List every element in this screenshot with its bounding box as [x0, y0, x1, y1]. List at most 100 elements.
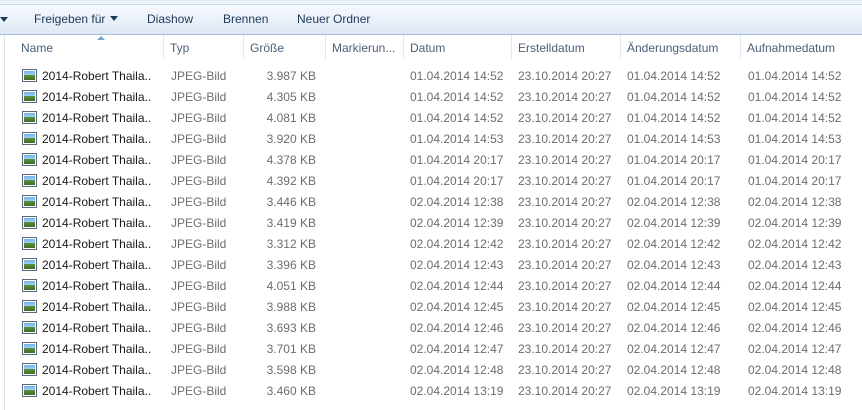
column-header-taken[interactable]: Aufnahmedatum: [741, 35, 862, 60]
file-modified-date: 01.04.2014 14:52: [627, 69, 721, 83]
column-header-size[interactable]: Größe: [244, 35, 326, 60]
file-name: 2014-Robert Thaila...: [42, 216, 152, 230]
file-created-date: 23.10.2014 20:27: [518, 279, 612, 293]
file-type: JPEG-Bild: [171, 195, 227, 209]
file-created-date: 23.10.2014 20:27: [518, 69, 612, 83]
file-name: 2014-Robert Thaila...: [42, 342, 152, 356]
file-row[interactable]: 2014-Robert Thaila... JPEG-Bild 3.598 KB 02…: [0, 360, 862, 381]
slideshow-button[interactable]: Diashow: [147, 5, 193, 34]
jpeg-image-icon: [22, 363, 37, 376]
jpeg-image-icon: [22, 300, 37, 313]
file-size: 3.920 KB: [266, 132, 316, 146]
jpeg-image-icon: [22, 132, 37, 145]
file-created-date: 23.10.2014 20:27: [518, 132, 612, 146]
file-taken-date: 02.04.2014 12:45: [748, 300, 842, 314]
file-taken-date: 01.04.2014 14:52: [748, 69, 842, 83]
file-size: 3.987 KB: [266, 69, 316, 83]
column-header-name[interactable]: Name: [15, 35, 164, 60]
file-date: 01.04.2014 14:52: [410, 69, 504, 83]
file-name: 2014-Robert Thaila...: [42, 69, 152, 83]
file-taken-date: 01.04.2014 20:17: [748, 174, 842, 188]
file-modified-date: 01.04.2014 14:52: [627, 90, 721, 104]
file-size: 4.378 KB: [266, 153, 316, 167]
file-size: 3.419 KB: [266, 216, 316, 230]
file-date: 02.04.2014 12:44: [410, 279, 504, 293]
jpeg-image-icon: [22, 69, 37, 82]
file-modified-date: 02.04.2014 12:47: [627, 342, 721, 356]
file-taken-date: 02.04.2014 12:46: [748, 321, 842, 335]
file-modified-date: 02.04.2014 12:48: [627, 363, 721, 377]
file-taken-date: 02.04.2014 12:48: [748, 363, 842, 377]
file-taken-date: 02.04.2014 12:39: [748, 216, 842, 230]
file-type: JPEG-Bild: [171, 237, 227, 251]
file-type: JPEG-Bild: [171, 279, 227, 293]
file-row[interactable]: 2014-Robert Thaila... JPEG-Bild 3.312 KB 02…: [0, 234, 862, 255]
file-type: JPEG-Bild: [171, 111, 227, 125]
file-type: JPEG-Bild: [171, 174, 227, 188]
file-type: JPEG-Bild: [171, 300, 227, 314]
file-row[interactable]: 2014-Robert Thaila... JPEG-Bild 4.051 KB 02…: [0, 276, 862, 297]
jpeg-image-icon: [22, 342, 37, 355]
new-folder-button[interactable]: Neuer Ordner: [297, 5, 370, 34]
file-name: 2014-Robert Thaila...: [42, 111, 152, 125]
file-row[interactable]: 2014-Robert Thaila... JPEG-Bild 4.378 KB 01…: [0, 150, 862, 171]
file-size: 3.460 KB: [266, 384, 316, 398]
jpeg-image-icon: [22, 384, 37, 397]
file-row[interactable]: 2014-Robert Thaila... JPEG-Bild 3.419 KB 02…: [0, 213, 862, 234]
file-type: JPEG-Bild: [171, 342, 227, 356]
file-row[interactable]: 2014-Robert Thaila... JPEG-Bild 3.396 KB 02…: [0, 255, 862, 276]
file-created-date: 23.10.2014 20:27: [518, 237, 612, 251]
sort-ascending-icon: [97, 36, 105, 40]
file-created-date: 23.10.2014 20:27: [518, 363, 612, 377]
chevron-down-icon[interactable]: [0, 17, 8, 22]
column-header-tags[interactable]: Markierun...: [326, 35, 404, 60]
command-bar: Freigeben für Diashow Brennen Neuer Ordn…: [0, 5, 862, 35]
file-row[interactable]: 2014-Robert Thaila... JPEG-Bild 3.988 KB 02…: [0, 297, 862, 318]
file-row[interactable]: 2014-Robert Thaila... JPEG-Bild 3.987 KB 01…: [0, 66, 862, 87]
file-taken-date: 02.04.2014 12:47: [748, 342, 842, 356]
file-taken-date: 01.04.2014 14:52: [748, 111, 842, 125]
share-with-button[interactable]: Freigeben für: [34, 5, 119, 34]
file-row[interactable]: 2014-Robert Thaila... JPEG-Bild 3.446 KB 02…: [0, 192, 862, 213]
file-size: 3.693 KB: [266, 321, 316, 335]
file-modified-date: 02.04.2014 12:46: [627, 321, 721, 335]
file-modified-date: 02.04.2014 13:19: [627, 384, 721, 398]
file-row[interactable]: 2014-Robert Thaila... JPEG-Bild 4.081 KB 01…: [0, 108, 862, 129]
jpeg-image-icon: [22, 216, 37, 229]
file-date: 02.04.2014 12:46: [410, 321, 504, 335]
file-created-date: 23.10.2014 20:27: [518, 111, 612, 125]
file-created-date: 23.10.2014 20:27: [518, 321, 612, 335]
column-header-created[interactable]: Erstelldatum: [512, 35, 621, 60]
file-type: JPEG-Bild: [171, 384, 227, 398]
column-header-date[interactable]: Datum: [404, 35, 512, 60]
file-name: 2014-Robert Thaila...: [42, 195, 152, 209]
file-name: 2014-Robert Thaila...: [42, 174, 152, 188]
share-with-label: Freigeben für: [34, 12, 106, 26]
file-row[interactable]: 2014-Robert Thaila... JPEG-Bild 4.392 KB 01…: [0, 171, 862, 192]
burn-button[interactable]: Brennen: [223, 5, 268, 34]
file-row[interactable]: 2014-Robert Thaila... JPEG-Bild 3.460 KB 02…: [0, 381, 862, 402]
file-size: 3.446 KB: [266, 195, 316, 209]
file-taken-date: 02.04.2014 12:44: [748, 279, 842, 293]
file-name: 2014-Robert Thaila...: [42, 300, 152, 314]
file-created-date: 23.10.2014 20:27: [518, 174, 612, 188]
file-row[interactable]: 2014-Robert Thaila... JPEG-Bild 3.693 KB 02…: [0, 318, 862, 339]
file-modified-date: 01.04.2014 14:52: [627, 111, 721, 125]
column-header-modified[interactable]: Änderungsdatum: [621, 35, 741, 60]
file-type: JPEG-Bild: [171, 132, 227, 146]
chevron-down-icon: [110, 16, 119, 22]
file-taken-date: 02.04.2014 12:38: [748, 195, 842, 209]
file-date: 01.04.2014 14:53: [410, 132, 504, 146]
jpeg-image-icon: [22, 321, 37, 334]
jpeg-image-icon: [22, 174, 37, 187]
file-date: 01.04.2014 20:17: [410, 174, 504, 188]
column-header-bar: Name Typ Größe Markierun... Datum Erstel…: [5, 35, 862, 60]
file-row[interactable]: 2014-Robert Thaila... JPEG-Bild 3.701 KB 02…: [0, 339, 862, 360]
file-created-date: 23.10.2014 20:27: [518, 195, 612, 209]
file-name: 2014-Robert Thaila...: [42, 153, 152, 167]
file-date: 02.04.2014 12:39: [410, 216, 504, 230]
file-taken-date: 01.04.2014 14:52: [748, 90, 842, 104]
file-row[interactable]: 2014-Robert Thaila... JPEG-Bild 3.920 KB 01…: [0, 129, 862, 150]
file-row[interactable]: 2014-Robert Thaila... JPEG-Bild 4.305 KB 01…: [0, 87, 862, 108]
column-header-type[interactable]: Typ: [164, 35, 244, 60]
